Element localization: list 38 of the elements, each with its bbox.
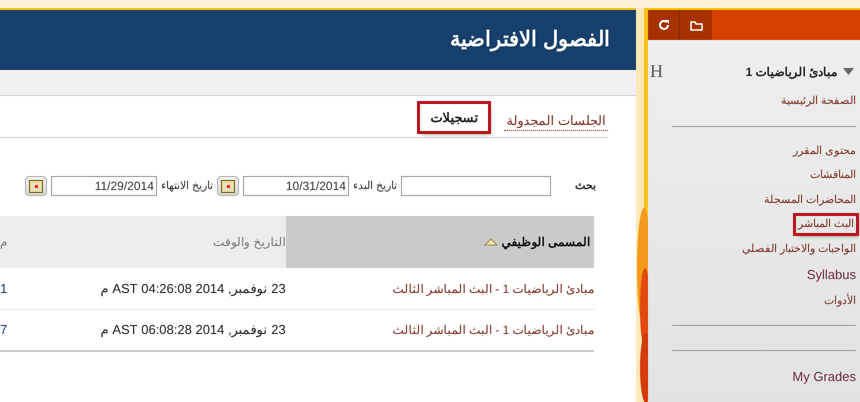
sidebar-link[interactable]: الواجبات والاختبار الفصلي: [742, 240, 856, 257]
table-cell-text: مبادئ الرياضيات 1 - البث المباشر الثالث: [391, 322, 594, 339]
sort-ascending-icon: [484, 238, 498, 246]
sidebar-link[interactable]: محتوى المقرر: [792, 142, 856, 159]
page-title: الفصول الافتراضية: [450, 27, 610, 54]
folder-icon: [690, 20, 702, 30]
course-title[interactable]: مبادئ الرياضيات 1: [746, 62, 837, 80]
table-cell-text: 23 نوفمبر, 2014 04:26:08 AST م: [100, 280, 286, 298]
calendar-icon: [220, 180, 235, 192]
sidebar-link[interactable]: المناقشات: [810, 167, 856, 184]
sidebar-link[interactable]: البث المباشر: [796, 216, 856, 232]
start-date-field[interactable]: 10/31/2014: [242, 176, 349, 196]
sidebar-link[interactable]: الصفحة الرئيسية: [780, 93, 856, 110]
column-header[interactable]: م: [0, 216, 7, 268]
end-date-label: تاريخ الانتهاء: [160, 178, 213, 194]
letter-h: H: [650, 60, 663, 83]
table-cell-text: مبادئ الرياضيات 1 - البث المباشر الثالث: [391, 280, 594, 298]
search-field[interactable]: [401, 176, 551, 196]
calendar-icon: [28, 180, 43, 192]
start-date-picker[interactable]: [216, 176, 239, 196]
sidebar-link[interactable]: My Grades: [792, 367, 856, 386]
sidebar-link[interactable]: Syllabus: [806, 265, 856, 284]
refresh-button[interactable]: [648, 10, 680, 40]
column-header[interactable]: المسمى الوظيفي: [286, 216, 594, 268]
end-date-picker[interactable]: [24, 176, 47, 196]
refresh-icon: [658, 19, 670, 31]
column-header[interactable]: التاريخ والوقت: [7, 216, 286, 268]
table-cell-text: 1: [0, 280, 8, 298]
search-label: بحث: [575, 178, 596, 194]
table-cell-text: 23 نوفمبر, 2014 06:08:28 AST م: [100, 321, 286, 340]
tab[interactable]: تسجيلات: [420, 104, 488, 131]
sidebar-link[interactable]: الأدوات: [824, 292, 856, 309]
start-date-label: تاريخ البدء: [352, 178, 397, 194]
table-cell-text: 7: [0, 321, 8, 340]
folder-button[interactable]: [680, 10, 712, 40]
tab[interactable]: الجلسات المجدولة: [504, 110, 608, 131]
sidebar-link[interactable]: المحاضرات المسجلة: [764, 192, 856, 208]
end-date-field[interactable]: 11/29/2014: [50, 176, 157, 196]
